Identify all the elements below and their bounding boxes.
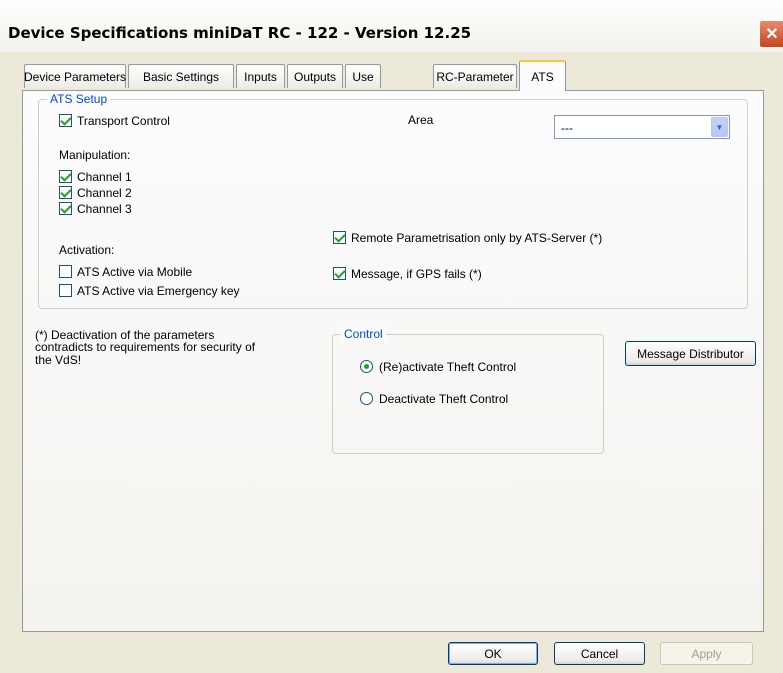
control-legend: Control bbox=[341, 327, 386, 341]
ats-mobile-checkbox[interactable] bbox=[59, 265, 72, 278]
channel-1-checkbox[interactable] bbox=[59, 170, 72, 183]
ats-emergency-label[interactable]: ATS Active via Emergency key bbox=[77, 284, 240, 298]
ats-emergency-checkbox[interactable] bbox=[59, 284, 72, 297]
remote-param-label[interactable]: Remote Parametrisation only by ATS-Serve… bbox=[351, 231, 602, 245]
channel-1-label[interactable]: Channel 1 bbox=[77, 170, 132, 184]
transport-control-label[interactable]: Transport Control bbox=[77, 114, 170, 128]
cancel-button[interactable]: Cancel bbox=[554, 642, 645, 665]
area-dropdown-value: --- bbox=[561, 121, 573, 135]
gps-message-label[interactable]: Message, if GPS fails (*) bbox=[351, 267, 482, 281]
channel-2-label[interactable]: Channel 2 bbox=[77, 186, 132, 200]
activation-label: Activation: bbox=[59, 243, 115, 257]
gps-message-checkbox[interactable] bbox=[333, 267, 346, 280]
window-titlebar[interactable]: Device Specifications miniDaT RC - 122 -… bbox=[0, 0, 783, 52]
control-group: Control (Re)activate Theft Control Deact… bbox=[332, 327, 604, 454]
reactivate-label[interactable]: (Re)activate Theft Control bbox=[379, 360, 516, 374]
ats-setup-legend: ATS Setup bbox=[47, 92, 111, 106]
tab-use[interactable]: Use bbox=[345, 64, 381, 88]
vds-note-line-3: the VdS! bbox=[35, 353, 82, 367]
message-distributor-button[interactable]: Message Distributor bbox=[625, 341, 756, 366]
chevron-down-icon[interactable]: ▼ bbox=[711, 117, 728, 137]
ats-mobile-label[interactable]: ATS Active via Mobile bbox=[77, 265, 192, 279]
ok-button[interactable]: OK bbox=[448, 642, 538, 665]
area-dropdown[interactable]: --- ▼ bbox=[554, 115, 730, 139]
transport-control-checkbox[interactable] bbox=[59, 114, 72, 127]
vds-note-line-2: contradicts to requirements for security… bbox=[35, 340, 256, 354]
channel-2-checkbox[interactable] bbox=[59, 186, 72, 199]
tab-outputs[interactable]: Outputs bbox=[287, 64, 343, 88]
channel-3-checkbox[interactable] bbox=[59, 202, 72, 215]
remote-param-checkbox[interactable] bbox=[333, 231, 346, 244]
ats-setup-group: ATS Setup Transport Control Area --- ▼ M… bbox=[38, 92, 748, 309]
channel-3-label[interactable]: Channel 3 bbox=[77, 202, 132, 216]
tab-basic-settings[interactable]: Basic Settings bbox=[128, 64, 234, 88]
window-title: Device Specifications miniDaT RC - 122 -… bbox=[8, 24, 472, 42]
apply-button[interactable]: Apply bbox=[660, 642, 753, 665]
deactivate-label[interactable]: Deactivate Theft Control bbox=[379, 392, 508, 406]
area-label: Area bbox=[408, 113, 434, 127]
ats-tab-panel: ATS Setup Transport Control Area --- ▼ M… bbox=[22, 90, 764, 632]
reactivate-radio[interactable] bbox=[360, 360, 373, 373]
close-icon[interactable]: ✕ bbox=[759, 20, 783, 48]
tab-rc-parameter[interactable]: RC-Parameter bbox=[433, 64, 517, 88]
manipulation-label: Manipulation: bbox=[59, 148, 131, 162]
tab-ats[interactable]: ATS bbox=[519, 60, 566, 91]
deactivate-radio[interactable] bbox=[360, 392, 373, 405]
tab-device-parameters[interactable]: Device Parameters bbox=[24, 64, 126, 88]
tab-inputs[interactable]: Inputs bbox=[236, 64, 285, 88]
